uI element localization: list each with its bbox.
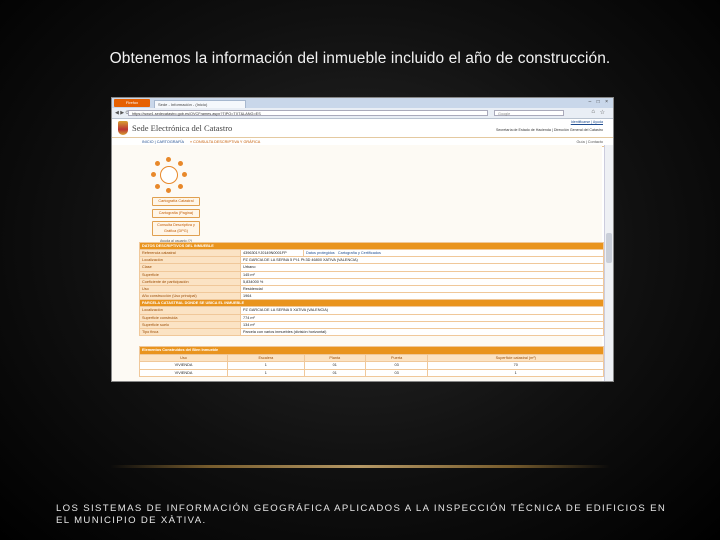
row-label: Superficie construida [139,313,241,322]
window-controls[interactable]: – □ × [589,99,611,105]
table-row: Año construcción (Uso principal) 1964 [139,292,604,301]
table-cell: 1 [227,361,305,370]
bookmark-star-icon[interactable]: ☆ [600,109,605,116]
column-header: Planta [303,353,366,363]
row-value: Urbano [240,263,604,272]
consulta-dpg-button[interactable]: Consulta Descriptiva y Gráfica (DPG) [152,221,200,236]
row-label: Clase [139,263,241,272]
breadcrumb[interactable]: » CONSULTA DESCRIPTIVA Y GRÁFICA [190,140,260,144]
row-label: Coeficiente de participación [139,277,241,286]
nav-right-links[interactable]: Guía | Contacto [576,140,603,144]
slide-title: Obtenemos la información del inmueble in… [109,50,611,67]
row-label: Superficie suelo [139,320,241,329]
column-header: Superficie catastral (m²) [427,353,604,363]
construction-section-title: Elementos Construidos del Bien Inmueble [139,346,604,355]
column-header: Puerta [364,353,429,363]
scroll-thumb[interactable] [606,233,612,263]
column-header: Uso [138,353,229,363]
table-row: Superficie 145 m² [139,270,604,279]
construction-table: Elementos Construidos del Bien Inmueble … [138,346,604,378]
table-cell: 70 [427,361,604,370]
row-value: 4396301YJ0149N0001FP [240,248,304,258]
table-cell: VIVIENDA [138,361,229,370]
property-data-table: DATOS DESCRIPTIVOS DEL INMUEBLE Referenc… [139,242,604,337]
table-cell: 01 [303,361,366,370]
table-header-row: Uso Escalera Planta Puerta Superficie ca… [138,353,604,363]
site-header: Sede Electrónica del Catastro Identifica… [112,119,613,138]
cartografia-catastral-button[interactable]: Cartografía Catastral [152,197,200,206]
browser-tab-bar: Firefox Sede - Información - (Inicio) – … [112,98,613,108]
table-row: Clase Urbano [139,263,604,272]
row-value: 774 m² [240,313,604,322]
table-row: Referencia catastral 4396301YJ0149N0001F… [139,248,604,258]
table-row: Superficie construida 774 m² [139,313,604,322]
row-label: Año construcción (Uso principal) [139,292,241,301]
row-label: Uso [139,284,241,294]
table-row: Superficie suelo 134 m² [139,320,604,329]
table-row: VIVIENDA 1 01 03 1 [138,368,604,378]
decorative-divider [110,465,610,468]
home-icon[interactable]: ⌂ [591,109,595,115]
user-link[interactable]: Identificarse | Ayuda [571,120,603,124]
finca-section-title: PARCELA CATASTRAL DONDE SE UBICA EL INMU… [139,299,604,308]
table-row: Coeficiente de participación 5,834000 % [139,277,604,286]
row-label: Localización [139,306,241,315]
row-label: Tipo finca [139,327,241,337]
vertical-scrollbar[interactable] [604,145,613,381]
row-extra[interactable]: Datos protegidos Cartografía y Certifica… [303,248,604,258]
table-cell: 1 [427,368,604,378]
table-row: VIVIENDA 1 01 03 70 [138,361,604,370]
browser-screenshot: Firefox Sede - Información - (Inicio) – … [111,97,614,382]
row-value: 134 m² [240,320,604,329]
table-row: Tipo finca Parcela con varios inmuebles (… [139,327,604,337]
map-buttons: Cartografía Catastral Cartografía (Pagin… [152,197,200,243]
construction-year-value: 1964 [240,292,604,301]
row-value: PZ GARCIA DE LA SERNA 5 Pl:1 Pt:3D 46800… [240,256,604,265]
nav-home-link[interactable]: INICIO | CARTOGRAFÍA [142,140,184,144]
site-title: Sede Electrónica del Catastro [132,123,233,133]
compass-navigator-icon[interactable] [151,157,187,193]
table-cell: 03 [364,368,429,378]
address-bar[interactable]: https://www1.sedecatastro.gob.es/OVCFram… [128,110,488,116]
row-value: 5,834000 % [240,277,604,286]
row-value: Residencial [240,284,604,294]
table-row: Localización PZ GARCIA DE LA SERNA 5 XATI… [139,306,604,315]
table-cell: 1 [227,368,305,378]
datos-protegidos-link[interactable]: Datos protegidos [306,251,335,255]
slide-footer: LOS SISTEMAS DE INFORMACIÓN GEOGRÁFICA A… [56,503,667,526]
property-section-title: DATOS DESCRIPTIVOS DEL INMUEBLE [139,242,604,250]
row-value: PZ GARCIA DE LA SERNA 5 XATIVA (VALENCIA… [240,306,604,315]
table-cell: 03 [364,361,429,370]
table-cell: VIVIENDA [138,368,229,378]
row-label: Localización [139,256,241,265]
cartografia-pagina-button[interactable]: Cartografía (Pagina) [152,209,200,218]
table-row: Uso Residencial [139,284,604,294]
ministry-text: Secretaría de Estado de Hacienda | Direc… [495,128,603,132]
table-row: Localización PZ GARCIA DE LA SERNA 5 Pl:1… [139,256,604,265]
browser-tab[interactable]: Sede - Información - (Inicio) [154,100,246,108]
page-body: Cartografía Catastral Cartografía (Pagin… [112,145,604,381]
browser-toolbar: ◀ ▶ ⟳ https://www1.sedecatastro.gob.es/O… [112,108,613,119]
row-label: Superficie [139,270,241,279]
row-value: 145 m² [240,270,604,279]
row-label: Referencia catastral [139,248,241,258]
row-value: Parcela con varios inmuebles (división h… [240,327,604,337]
search-input[interactable]: Google [494,110,564,116]
coat-of-arms-logo [118,121,128,135]
certificados-link[interactable]: Cartografía y Certificados [338,251,381,255]
column-header: Escalera [227,353,305,363]
firefox-menu-button[interactable]: Firefox [114,99,150,107]
table-cell: 01 [303,368,366,378]
